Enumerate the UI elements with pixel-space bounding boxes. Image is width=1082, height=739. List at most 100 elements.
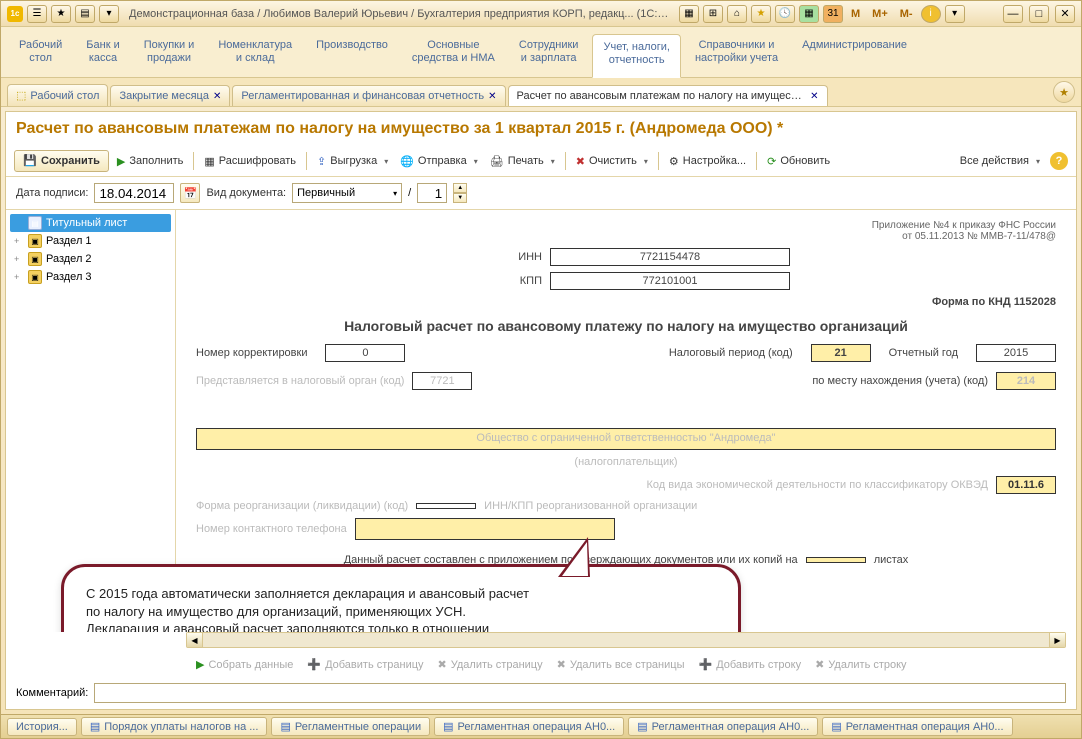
- place-label: по месту нахождения (учета) (код): [812, 375, 988, 387]
- nav-nomenclature[interactable]: Номенклатура и склад: [208, 33, 302, 77]
- reorg-field[interactable]: [416, 503, 476, 509]
- upload-button[interactable]: ⇪Выгрузка: [313, 153, 392, 170]
- tree-section-1[interactable]: +▣Раздел 1: [10, 232, 171, 250]
- org-name-field[interactable]: Общество с ограниченной ответственностью…: [196, 428, 1056, 450]
- send-button[interactable]: 🌐Отправка: [396, 153, 482, 170]
- inn-field[interactable]: 7721154478: [550, 248, 790, 266]
- scroll-right-icon: ▶: [1049, 633, 1065, 647]
- okved-label: Код вида экономической деятельности по к…: [196, 479, 988, 491]
- tb-icon-3[interactable]: ⌂: [727, 5, 747, 23]
- period-field[interactable]: 21: [811, 344, 871, 362]
- corr-field[interactable]: 0: [325, 344, 405, 362]
- save-button[interactable]: 💾Сохранить: [14, 150, 109, 172]
- fill-button[interactable]: ▶Заполнить: [113, 153, 187, 170]
- refresh-icon: ⟳: [767, 155, 776, 168]
- reorg-label: Форма реорганизации (ликвидации) (код): [196, 500, 408, 512]
- m-minus-button[interactable]: M-: [896, 8, 917, 20]
- clear-button[interactable]: ✖Очистить: [572, 153, 652, 170]
- submit-code: 7721: [412, 372, 472, 390]
- clear-icon: ✖: [576, 155, 585, 168]
- doc-type-select[interactable]: Первичный▾: [292, 183, 402, 203]
- tab-close-icon[interactable]: ✕: [213, 91, 221, 102]
- inn-label: ИНН: [462, 251, 542, 263]
- refresh-button[interactable]: ⟳Обновить: [763, 153, 834, 170]
- kpp-field[interactable]: 772101001: [550, 272, 790, 290]
- okved-field[interactable]: 01.11.6: [996, 476, 1056, 494]
- fav-icon[interactable]: ★: [751, 5, 771, 23]
- tree-section-2[interactable]: +▣Раздел 2: [10, 250, 171, 268]
- nav-employees[interactable]: Сотрудники и зарплата: [509, 33, 589, 77]
- expand-icon[interactable]: +: [14, 254, 24, 264]
- nav-production[interactable]: Производство: [306, 33, 398, 77]
- expand-icon[interactable]: +: [14, 272, 24, 282]
- print-button[interactable]: 🖨Печать: [486, 153, 559, 170]
- tree-section-3[interactable]: +▣Раздел 3: [10, 268, 171, 286]
- history-button[interactable]: История...: [7, 718, 77, 736]
- folder-icon: ▣: [28, 252, 42, 266]
- tab-reports[interactable]: Регламентированная и финансовая отчетнос…: [232, 85, 505, 106]
- h-scrollbar[interactable]: ◀▶: [186, 632, 1066, 648]
- m-button[interactable]: M: [847, 8, 864, 20]
- toolbar: 💾Сохранить ▶Заполнить ▦Расшифровать ⇪Выг…: [6, 146, 1076, 177]
- tb-icon-1[interactable]: ▦: [679, 5, 699, 23]
- sb-item-4[interactable]: ▤Регламентная операция АН0...: [822, 717, 1012, 736]
- calendar-icon[interactable]: 📅: [180, 183, 200, 203]
- calc-icon[interactable]: ▦: [799, 5, 819, 23]
- tree-title-page[interactable]: ▤Титульный лист: [10, 214, 171, 232]
- tab-close-icon[interactable]: ✕: [488, 91, 496, 102]
- star-icon[interactable]: ★: [51, 5, 71, 23]
- org-sublabel: (налогоплательщик): [196, 456, 1056, 468]
- tab-close-icon[interactable]: ✕: [810, 91, 818, 102]
- year-field[interactable]: 2015: [976, 344, 1056, 362]
- decrypt-button: ▦Расшифровать: [200, 153, 300, 170]
- statusbar: История... ▤Порядок уплаты налогов на ..…: [1, 714, 1081, 738]
- phone-label: Номер контактного телефона: [196, 523, 347, 535]
- nav-desktop[interactable]: Рабочий стол: [9, 33, 72, 77]
- minimize-button[interactable]: —: [1003, 5, 1023, 23]
- nav-accounting[interactable]: Учет, налоги, отчетность: [592, 34, 680, 78]
- close-button[interactable]: ✕: [1055, 5, 1075, 23]
- expand-icon[interactable]: +: [14, 236, 24, 246]
- sign-date-label: Дата подписи:: [16, 187, 88, 199]
- nav-directories[interactable]: Справочники и настройки учета: [685, 33, 788, 77]
- nav-bank[interactable]: Банк и касса: [76, 33, 129, 77]
- place-field[interactable]: 214: [996, 372, 1056, 390]
- info-icon[interactable]: i: [921, 5, 941, 23]
- maximize-button[interactable]: □: [1029, 5, 1049, 23]
- date-icon[interactable]: 31: [823, 5, 843, 23]
- tb-icon-2[interactable]: ⊞: [703, 5, 723, 23]
- print-icon: 🖨: [490, 155, 504, 168]
- sb-item-2[interactable]: ▤Регламентная операция АН0...: [434, 717, 624, 736]
- page-sep: /: [408, 187, 411, 199]
- dropdown-icon[interactable]: ▾: [99, 5, 119, 23]
- sb-item-0[interactable]: ▤Порядок уплаты налогов на ...: [81, 717, 268, 736]
- nav-assets[interactable]: Основные средства и НМА: [402, 33, 505, 77]
- info-dropdown[interactable]: ▾: [945, 5, 965, 23]
- sb-item-3[interactable]: ▤Регламентная операция АН0...: [628, 717, 818, 736]
- attach-pages-field[interactable]: [806, 557, 866, 563]
- m-plus-button[interactable]: M+: [868, 8, 892, 20]
- tab-month-close[interactable]: Закрытие месяца✕: [110, 85, 230, 106]
- page-spinner[interactable]: ▲▼: [453, 183, 467, 203]
- settings-button[interactable]: ⚙Настройка...: [665, 153, 750, 170]
- doc-icon[interactable]: ▤: [75, 5, 95, 23]
- comment-label: Комментарий:: [16, 687, 88, 699]
- sb-item-1[interactable]: ▤Регламентные операции: [271, 717, 430, 736]
- doc-type-label: Вид документа:: [206, 187, 286, 199]
- del-row-button: ✖Удалить строку: [811, 656, 910, 673]
- sign-date-input[interactable]: [94, 183, 174, 203]
- comment-input[interactable]: [94, 683, 1066, 703]
- clock-icon[interactable]: 🕓: [775, 5, 795, 23]
- page-input[interactable]: [417, 183, 447, 203]
- all-actions-button[interactable]: Все действия: [956, 153, 1044, 169]
- help-icon[interactable]: ?: [1050, 152, 1068, 170]
- nav-purchases[interactable]: Покупки и продажи: [134, 33, 205, 77]
- nav-admin[interactable]: Администрирование: [792, 33, 917, 77]
- menu-icon[interactable]: ☰: [27, 5, 47, 23]
- save-icon: 💾: [23, 154, 37, 168]
- period-row: Номер корректировки 0 Налоговый период (…: [196, 344, 1056, 362]
- tab-desktop[interactable]: ⬚Рабочий стол: [7, 84, 108, 106]
- tab-calculation[interactable]: Расчет по авансовым платежам по налогу н…: [508, 85, 828, 106]
- favorite-toggle[interactable]: ★: [1053, 81, 1075, 103]
- window-title: Демонстрационная база / Любимов Валерий …: [129, 8, 669, 20]
